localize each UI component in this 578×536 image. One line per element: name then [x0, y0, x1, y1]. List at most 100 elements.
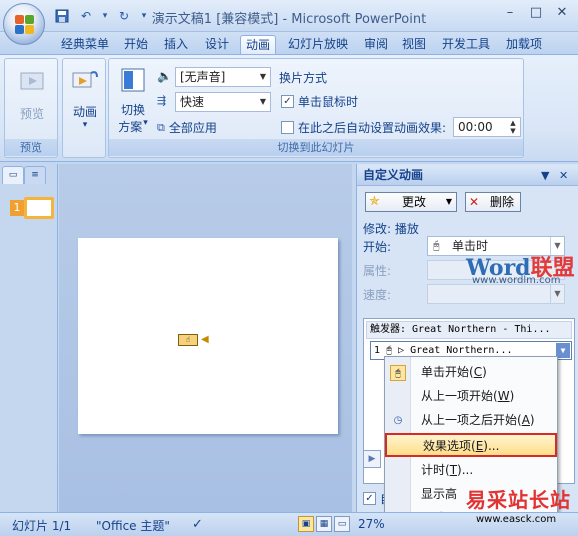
spellcheck-icon[interactable]: ✓ — [192, 517, 203, 532]
office-logo-icon — [15, 15, 35, 35]
theme-name: "Office 主题" — [96, 519, 170, 533]
after-checkbox[interactable] — [281, 121, 294, 134]
menu-item-with-previous[interactable]: 从上一项开始(W) — [385, 385, 557, 409]
menu-item-start-on-click[interactable]: 🖰 单击开始(C) — [385, 361, 557, 385]
modify-label: 修改: 播放 — [363, 222, 419, 236]
tab-developer[interactable]: 开发工具 — [436, 35, 496, 54]
slide-thumbnail[interactable] — [24, 197, 54, 219]
animation-group: 动画 ▾ — [62, 58, 106, 158]
tab-outline-icon[interactable]: ≡ — [24, 166, 46, 184]
ribbon-tabs: 经典菜单 开始 插入 设计 动画 幻灯片放映 审阅 视图 开发工具 加载项 — [0, 32, 578, 54]
chevron-down-icon: ▼ — [259, 72, 267, 81]
preview-group-label: 预览 — [5, 139, 57, 156]
menu-label: 效果选项 — [423, 439, 472, 453]
menu-key: A — [521, 413, 530, 427]
animation-button[interactable]: 动画 ▾ — [65, 65, 105, 130]
slide-canvas[interactable]: ☝ ◀ — [78, 238, 338, 434]
sound-icon: 🔈 — [157, 69, 172, 83]
menu-label: 从上一项开始 — [421, 389, 494, 403]
transition-group-label: 切换到此幻灯片 — [109, 139, 523, 156]
menu-key: T — [449, 463, 458, 477]
speed-icon: ⇶ — [157, 94, 167, 107]
minimize-button[interactable]: – — [498, 4, 522, 24]
menu-key: W — [497, 389, 510, 403]
apply-all-button[interactable]: ⧉ 全部应用 — [157, 119, 217, 136]
transition-label-2: 方案 — [118, 120, 143, 134]
preview-button[interactable]: 预览 — [9, 67, 55, 122]
pane-options-icon[interactable]: ▼ — [541, 166, 549, 185]
mouse-icon: 🖰 — [390, 365, 406, 381]
normal-view-icon[interactable]: ▣ — [298, 516, 314, 532]
switch-method-label: 换片方式 — [279, 71, 328, 85]
after-checkbox-row[interactable]: 在此之后自动设置动画效果: — [281, 119, 446, 136]
animation-dropdown-icon: ▾ — [82, 120, 88, 130]
spinner-icon[interactable]: ▲ ▼ — [506, 118, 520, 136]
auto-preview-checkbox[interactable]: ✓ — [363, 492, 376, 505]
chevron-down-icon: ▼ — [259, 97, 267, 106]
transition-dropdown-icon: ▾ — [143, 118, 148, 128]
tab-design[interactable]: 设计 — [198, 35, 236, 54]
menu-label: 显示高 — [421, 487, 458, 501]
slide-editor: ☝ ◀ — [59, 164, 352, 512]
close-icon[interactable]: ✕ — [559, 166, 568, 185]
transition-scheme-icon — [117, 65, 149, 97]
speed-dropdown-pane[interactable]: ▼ — [427, 284, 565, 304]
on-click-checkbox-row[interactable]: ✓ 单击鼠标时 — [281, 93, 358, 110]
tab-animations[interactable]: 动画 — [240, 35, 276, 54]
slideshow-view-icon[interactable]: ▭ — [334, 516, 350, 532]
menu-suffix: ... — [461, 463, 474, 477]
tab-slideshow[interactable]: 幻灯片放映 — [280, 35, 356, 54]
on-click-label: 单击鼠标时 — [298, 95, 359, 109]
watermark-url-2: www.easck.com — [476, 514, 557, 525]
watermark-easck: 易采站长站 — [466, 488, 571, 512]
preview-group: 预览 预览 — [4, 58, 58, 158]
ribbon: 预览 预览 动画 ▾ 切换 方案 ▾ 🔈 [无声音] ▼ ⇶ 快速 ▼ ⧉ 全部… — [0, 54, 578, 162]
speed-dropdown[interactable]: 快速 ▼ — [175, 92, 271, 112]
tab-home[interactable]: 开始 — [118, 35, 154, 54]
task-pane-title: 自定义动画 — [363, 168, 424, 182]
play-icon[interactable]: ▶ — [363, 450, 381, 468]
switch-method-title: 换片方式 — [279, 69, 327, 86]
close-button[interactable]: ✕ — [550, 4, 574, 24]
delete-button[interactable]: ✕ 删除 — [465, 192, 521, 212]
slide-number: 1 — [10, 200, 24, 216]
start-label: 开始: — [363, 240, 392, 254]
task-pane-header: 自定义动画 ▼ ✕ — [357, 166, 578, 186]
speed-value: 快速 — [180, 95, 205, 109]
mouse-icon: 🖰 — [386, 345, 393, 356]
tab-review[interactable]: 审阅 — [358, 35, 394, 54]
change-button[interactable]: ✯ 更改 ▼ — [365, 192, 457, 212]
menu-item-timing[interactable]: 计时(T)... — [385, 459, 557, 483]
anim-item-label: ▷ Great Northern... — [398, 345, 513, 356]
slide-sorter-view-icon[interactable]: ▦ — [316, 516, 332, 532]
tab-classic-menu[interactable]: 经典菜单 — [56, 35, 114, 54]
menu-key: E — [475, 439, 484, 453]
sound-dropdown[interactable]: [无声音] ▼ — [175, 67, 271, 87]
menu-label: 计时 — [421, 463, 446, 477]
sound-object-icon[interactable]: ◀ — [201, 334, 209, 345]
on-click-checkbox[interactable]: ✓ — [281, 95, 294, 108]
star-icon: ✯ — [369, 194, 380, 209]
trigger-header[interactable]: 触发器: Great Northern - Thi... — [366, 321, 572, 339]
clock-icon: ◷ — [393, 415, 403, 426]
slides-pane: ▭ ≡ 1 — [0, 164, 58, 512]
tab-addins[interactable]: 加载项 — [500, 35, 548, 54]
menu-item-after-previous[interactable]: ◷ 从上一项之后开始(A) — [385, 409, 557, 433]
tab-slides-icon[interactable]: ▭ — [2, 166, 24, 184]
tab-view[interactable]: 视图 — [396, 35, 432, 54]
delete-label: 删除 — [490, 195, 515, 209]
property-label: 属性: — [363, 264, 392, 278]
transition-scheme-button[interactable]: 切换 方案 ▾ — [111, 65, 155, 135]
tab-insert[interactable]: 插入 — [158, 35, 194, 54]
after-time-input[interactable]: 00:00 ▲ ▼ — [453, 117, 521, 137]
window-title: 演示文稿1 [兼容模式] - Microsoft PowerPoint — [151, 12, 427, 27]
menu-label: 单击开始 — [421, 365, 470, 379]
chevron-down-icon[interactable]: ▼ — [556, 343, 570, 358]
title-bar: ↶ ▾ ↻ ▾ 演示文稿1 [兼容模式] - Microsoft PowerPo… — [0, 0, 578, 32]
menu-item-effect-options[interactable]: 效果选项(E)... — [385, 433, 557, 457]
maximize-button[interactable]: □ — [524, 4, 548, 24]
watermark-url-1: www.wordlm.com — [472, 275, 561, 286]
office-button[interactable] — [3, 3, 45, 45]
trigger-animation-icon[interactable]: ☝ — [178, 334, 198, 346]
transition-group: 切换 方案 ▾ 🔈 [无声音] ▼ ⇶ 快速 ▼ ⧉ 全部应用 换片方式 ✓ 单… — [108, 58, 524, 158]
